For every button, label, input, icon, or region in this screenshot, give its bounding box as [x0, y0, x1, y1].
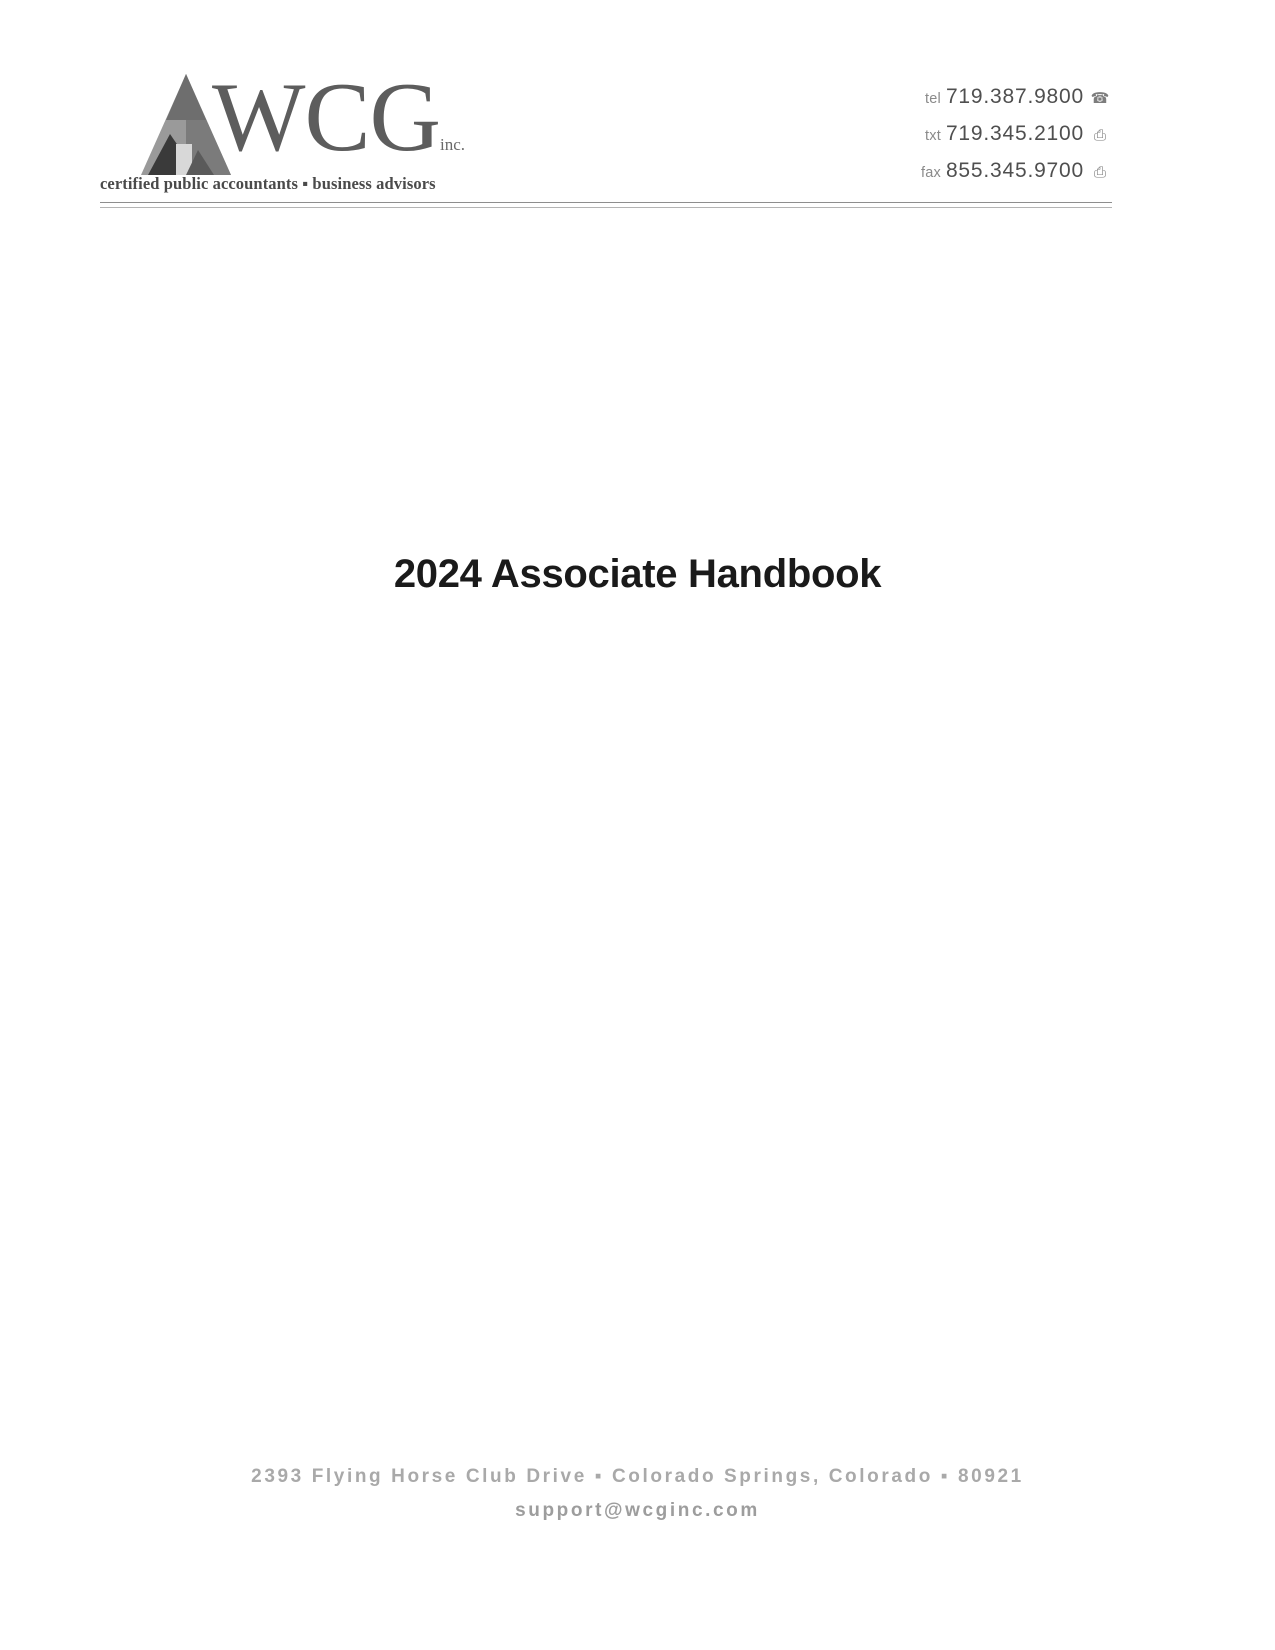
logo-tagline: certified public accountants ▪ business …: [100, 174, 436, 193]
telephone-icon: ☎: [1090, 90, 1110, 108]
footer-address: 2393 Flying Horse Club Drive ▪ Colorado …: [251, 1466, 1024, 1487]
contact-row-tel: tel 719.387.9800 ☎: [860, 78, 1110, 115]
logo-wordmark-text: WCG: [212, 63, 441, 172]
contact-number-txt: 719.345.2100: [945, 122, 1084, 145]
mobile-phone-icon: ⎙: [1093, 127, 1106, 145]
fax-machine-icon: ⎙: [1093, 164, 1106, 182]
contact-label-txt: txt: [925, 128, 941, 144]
contact-number-fax: 855.345.9700: [945, 159, 1084, 182]
logo-wordmark-suffix: inc.: [439, 135, 465, 154]
contact-label-tel: tel: [925, 91, 941, 107]
company-logo: WCGinc. certified public accountants ▪ b…: [100, 62, 570, 202]
letterhead: WCGinc. certified public accountants ▪ b…: [100, 62, 1110, 207]
letterhead-divider: [100, 202, 1112, 203]
footer-email: support@wcginc.com: [515, 1500, 760, 1521]
letterhead-divider-secondary: [100, 207, 1112, 208]
page-footer: 2393 Flying Horse Club Drive ▪ Colorado …: [0, 1460, 1275, 1528]
contact-block: tel 719.387.9800 ☎ txt 719.345.2100 ⎙ fax 855…: [860, 78, 1110, 189]
contact-row-txt: txt 719.345.2100 ⎙: [860, 115, 1110, 152]
document-title: 2024 Associate Handbook: [393, 552, 882, 596]
contact-label-fax: fax: [920, 165, 941, 181]
logo-wordmark: WCGinc.: [212, 68, 465, 167]
contact-number-tel: 719.387.9800: [945, 85, 1084, 108]
contact-row-fax: fax 855.345.9700 ⎙: [860, 152, 1110, 189]
